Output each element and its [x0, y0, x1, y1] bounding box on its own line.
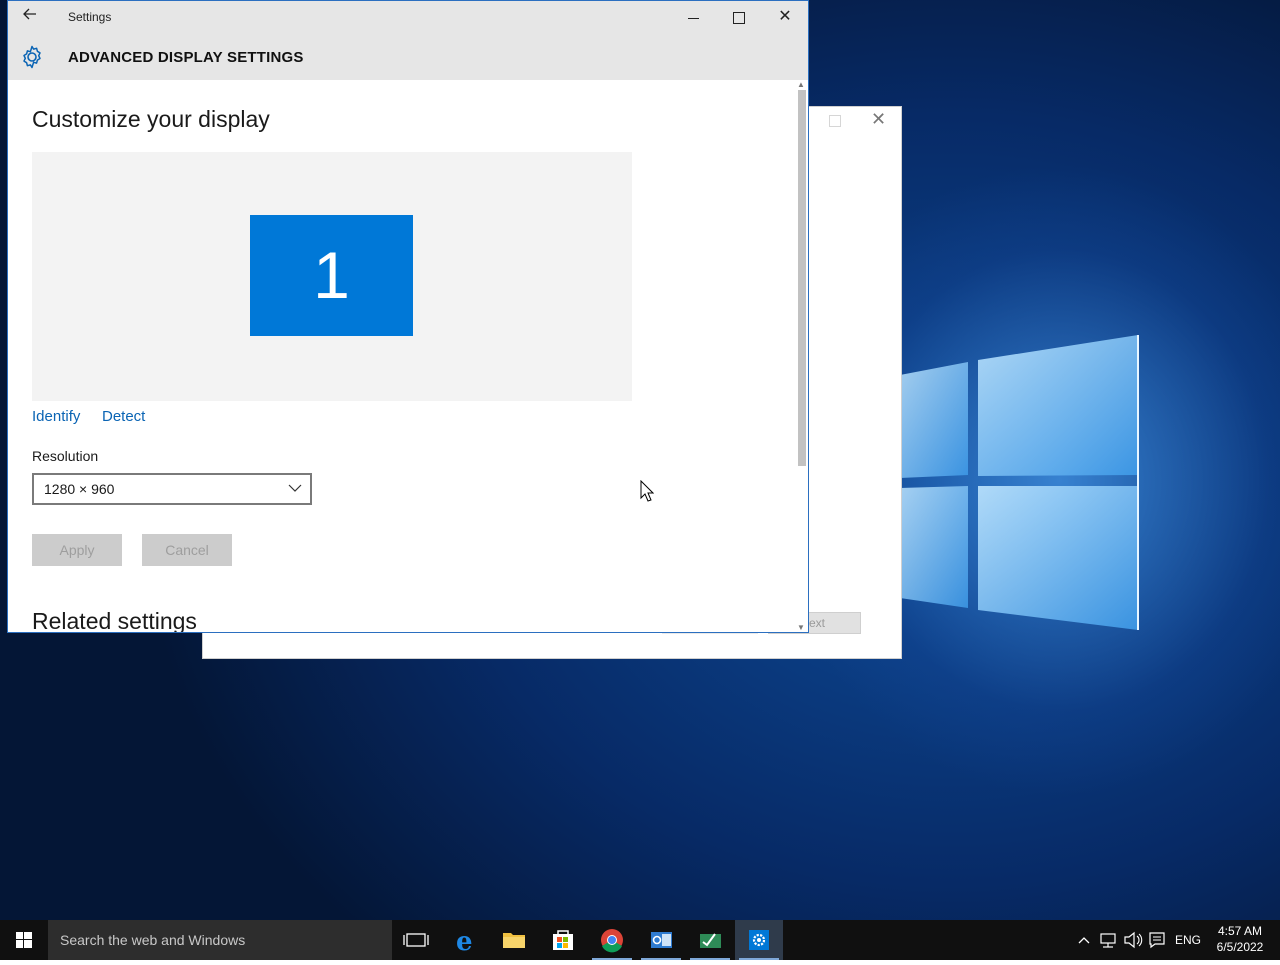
taskbar: Search the web and Windows e ENG 4:57 AM…: [0, 920, 1280, 960]
volume-icon: [1124, 931, 1143, 949]
resolution-value: 1280 × 960: [44, 481, 115, 497]
file-explorer-button[interactable]: [490, 920, 538, 960]
settings-window: Settings ✕ ADVANCED DISPLAY SETTINGS Cus…: [7, 0, 809, 633]
vertical-scrollbar[interactable]: ▲ ▼: [796, 80, 808, 632]
close-icon[interactable]: ✕: [871, 109, 886, 130]
store-app-button[interactable]: [539, 920, 587, 960]
windows-logo-wallpaper: [900, 335, 1139, 630]
clock-date: 6/5/2022: [1216, 940, 1264, 954]
start-button[interactable]: [0, 920, 48, 960]
settings-content: Customize your display 1 Identify Detect…: [8, 80, 798, 632]
apply-button[interactable]: Apply: [32, 534, 122, 566]
detect-link[interactable]: Detect: [102, 408, 145, 425]
show-hidden-icons-button[interactable]: [1076, 920, 1092, 960]
svg-text:e: e: [456, 927, 473, 957]
window-title: Settings: [68, 10, 112, 24]
chrome-app-button[interactable]: [588, 920, 636, 960]
resolution-dropdown[interactable]: 1280 × 960: [32, 473, 312, 505]
section-heading: Customize your display: [32, 106, 270, 132]
task-view-button[interactable]: [392, 920, 440, 960]
gear-icon: [23, 45, 41, 69]
maximize-icon: [733, 12, 745, 25]
scroll-down-icon[interactable]: ▼: [797, 623, 805, 632]
project-icon: [700, 933, 721, 948]
display-arrangement-area: 1: [32, 152, 632, 401]
identify-link[interactable]: Identify: [32, 408, 80, 425]
minimize-button[interactable]: [670, 1, 716, 33]
page-title: ADVANCED DISPLAY SETTINGS: [68, 49, 304, 66]
settings-gear-icon: [749, 930, 769, 950]
edge-icon: e: [456, 927, 473, 957]
language-indicator[interactable]: ENG: [1175, 920, 1201, 960]
maximize-icon[interactable]: [829, 115, 841, 127]
minimize-icon: [687, 17, 699, 19]
mouse-cursor-icon: [640, 480, 654, 502]
clock-time: 4:57 AM: [1217, 924, 1263, 938]
clock[interactable]: 4:57 AM 6/5/2022: [1208, 923, 1272, 955]
store-icon: [553, 930, 573, 950]
scroll-up-icon[interactable]: ▲: [797, 80, 805, 89]
search-box[interactable]: Search the web and Windows: [48, 920, 392, 960]
chevron-down-icon: [288, 484, 302, 492]
back-arrow-icon[interactable]: [22, 6, 38, 27]
edge-app-button[interactable]: e: [442, 920, 490, 960]
project-app-button[interactable]: [686, 920, 734, 960]
action-center-button[interactable]: [1147, 920, 1167, 960]
volume-tray-button[interactable]: [1122, 920, 1144, 960]
close-button[interactable]: ✕: [762, 1, 808, 33]
action-center-icon: [1149, 932, 1165, 949]
resolution-label: Resolution: [32, 448, 99, 464]
folder-icon: [503, 933, 525, 948]
windows-start-icon: [16, 932, 32, 948]
page-header: ADVANCED DISPLAY SETTINGS: [8, 33, 808, 80]
outlook-icon: [651, 932, 672, 948]
outlook-app-button[interactable]: [637, 920, 685, 960]
network-tray-button[interactable]: [1098, 920, 1118, 960]
close-icon: ✕: [778, 8, 792, 25]
cancel-button[interactable]: Cancel: [142, 534, 232, 566]
task-view-icon: [403, 933, 429, 947]
maximize-button[interactable]: [716, 1, 762, 33]
settings-app-button[interactable]: [735, 920, 783, 960]
scrollbar-thumb[interactable]: [798, 90, 806, 466]
chevron-up-icon: [1078, 937, 1090, 944]
title-bar[interactable]: Settings ✕: [8, 1, 808, 33]
monitor-tile[interactable]: 1: [250, 215, 413, 336]
network-icon: [1100, 933, 1116, 948]
search-placeholder: Search the web and Windows: [60, 932, 246, 948]
chrome-icon: [601, 929, 623, 953]
related-settings-heading: Related settings: [32, 608, 197, 633]
